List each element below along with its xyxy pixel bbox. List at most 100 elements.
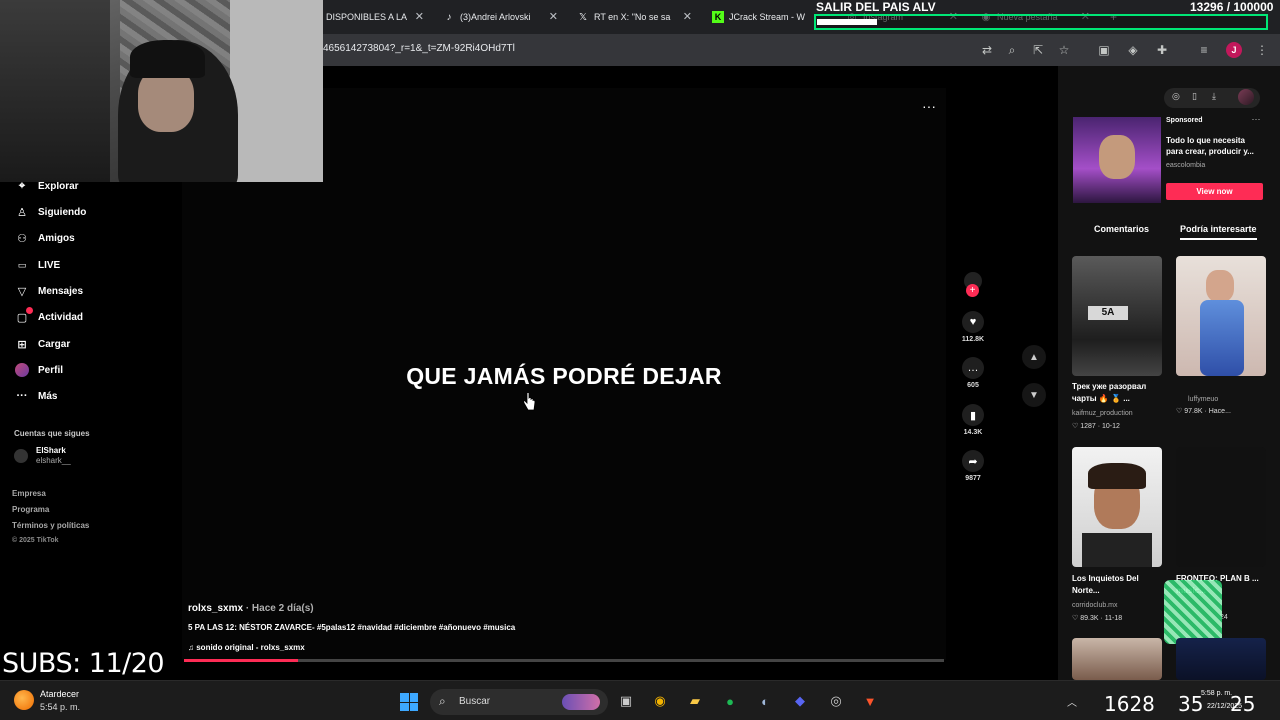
puzzle-icon[interactable]: ✚	[1154, 42, 1170, 58]
zoom-icon[interactable]: ⌕	[1004, 42, 1020, 58]
video-sound[interactable]: ♫ sonido original - rolxs_sxmx	[188, 643, 305, 652]
video-card-user[interactable]: kaifmuz_production	[1072, 410, 1133, 417]
more-options-icon[interactable]: ···	[922, 98, 936, 114]
video-card-title[interactable]: Los Inquietos Del Norte...	[1072, 573, 1158, 597]
like-count: 112.8K	[961, 336, 985, 343]
close-tab-icon[interactable]: ✕	[549, 10, 558, 23]
search-icon: ⌕	[439, 694, 446, 708]
ad-cta-button[interactable]: View now	[1166, 183, 1263, 200]
video-card-stats: ♡ 1287 · 10-12	[1072, 423, 1120, 430]
copyright: © 2025 TikTok	[12, 537, 59, 544]
video-card-thumbnail[interactable]: 5A	[1072, 256, 1162, 376]
browser-tab[interactable]: DISPONIBLES A LA ✕	[326, 6, 424, 28]
close-tab-icon[interactable]: ✕	[683, 10, 692, 23]
chevron-up-icon[interactable]: ︿	[1062, 691, 1082, 711]
previous-video-button[interactable]: ▲	[1022, 345, 1046, 369]
taskbar-search[interactable]: ⌕ Buscar	[430, 689, 608, 715]
sidebar-item-mas[interactable]: ··· Más	[14, 387, 58, 405]
screenshot-icon[interactable]: ▣	[1096, 42, 1112, 58]
browser-tab[interactable]: K JCrack Stream - W	[712, 6, 810, 28]
video-card-user[interactable]: corridoclub.mx	[1072, 602, 1118, 609]
sidebar-item-siguiendo[interactable]: ♙ Siguiendo	[14, 203, 86, 221]
ad-thumbnail[interactable]	[1073, 117, 1161, 203]
video-card-thumbnail[interactable]	[1176, 638, 1266, 680]
task-view-icon[interactable]: ▣	[616, 691, 636, 711]
following-title: Cuentas que sigues	[14, 429, 90, 438]
video-card-user[interactable]: luffymeuo	[1188, 396, 1218, 403]
account-name: ElShark	[36, 446, 66, 455]
stream-goal-fill	[817, 19, 877, 25]
footer-link[interactable]: Programa	[12, 505, 49, 514]
obs-icon[interactable]: ◎	[826, 691, 846, 711]
sidebar-item-perfil[interactable]: Perfil	[14, 361, 63, 379]
video-card-thumbnail[interactable]	[1176, 256, 1266, 376]
video-card-thumbnail[interactable]	[1176, 447, 1266, 567]
video-progress-bar[interactable]	[184, 659, 944, 662]
url-field[interactable]: 465614273804?_r=1&_t=ZM-92Ri4OHd7Tl	[323, 43, 515, 54]
download-icon[interactable]: ⤓	[1212, 91, 1216, 102]
bookmark-icon: ▮	[962, 404, 984, 426]
video-progress-fill	[184, 659, 298, 662]
author-name: rolxs_sxmx	[188, 603, 244, 614]
media-control-icon[interactable]: ≡	[1196, 42, 1212, 58]
stream-goal-title: SALIR DEL PAIS ALV	[816, 0, 936, 14]
spotify-icon[interactable]: ●	[720, 691, 740, 711]
activity-icon: ▢	[14, 307, 33, 324]
following-account[interactable]: ElShark elshark__	[14, 446, 71, 466]
clock-date[interactable]: 22/12/2025	[1207, 703, 1242, 710]
sound-name: sonido original - rolxs_sxmx	[196, 643, 305, 652]
send-icon: ▽	[17, 285, 27, 298]
compass-icon[interactable]: ◎	[1172, 91, 1180, 102]
share-icon: ➦	[962, 450, 984, 472]
video-description: 5 PA LAS 12: NÉSTOR ZAVARCE- #5palas12 #…	[188, 623, 516, 632]
extension-icon[interactable]: ◈	[1125, 42, 1141, 58]
video-author[interactable]: rolxs_sxmx · Hace 2 día(s)	[188, 603, 314, 614]
browser-tab[interactable]: 𝕏 RT en X: "No se sa ✕	[577, 6, 692, 28]
clock-time[interactable]: 5:58 p. m.	[1201, 690, 1232, 697]
bookmark-star-icon[interactable]: ☆	[1056, 42, 1072, 58]
sidebar-item-actividad[interactable]: ▢ Actividad	[14, 307, 83, 326]
x-icon: 𝕏	[578, 11, 588, 23]
discord-icon[interactable]: ◆	[790, 691, 810, 711]
sponsored-label: Sponsored	[1166, 117, 1203, 124]
profile-avatar[interactable]: J	[1226, 42, 1242, 58]
weather-icon[interactable]	[14, 690, 34, 710]
tab-comentarios[interactable]: Comentarios	[1094, 224, 1149, 234]
install-app-icon[interactable]: ⇱	[1030, 42, 1046, 58]
account-handle: elshark__	[36, 456, 71, 465]
windows-start-icon[interactable]	[400, 693, 418, 711]
video-card-thumbnail[interactable]	[1072, 638, 1162, 680]
next-video-button[interactable]: ▼	[1022, 383, 1046, 407]
sidebar-item-live[interactable]: ▭ LIVE	[14, 256, 61, 274]
like-button[interactable]: ♥ 112.8K	[960, 311, 986, 343]
sidebar-item-cargar[interactable]: ⊞ Cargar	[14, 335, 70, 353]
tab-label: (3)Andrei Arlovski	[460, 12, 531, 22]
translate-icon[interactable]: ⇄	[979, 42, 995, 58]
more-icon[interactable]: ···	[1250, 114, 1262, 124]
close-tab-icon[interactable]: ✕	[415, 10, 424, 23]
footer-link[interactable]: Términos y políticas	[12, 521, 89, 530]
steam-icon[interactable]: ◐	[755, 691, 775, 711]
browser-tab[interactable]: ♪ (3)Andrei Arlovski ✕	[443, 6, 559, 28]
video-card-thumbnail[interactable]	[1072, 447, 1162, 567]
sidebar-item-mensajes[interactable]: ▽ Mensajes	[14, 282, 83, 300]
tab-podria-interesarte[interactable]: Podría interesarte	[1180, 224, 1257, 240]
upload-icon: ⊞	[17, 338, 27, 351]
video-card-title[interactable]: Трек уже разорвал чарты 🔥 🏅 ...	[1072, 381, 1158, 405]
follow-button[interactable]: +	[966, 284, 979, 297]
video-lyric-text: QUE JAMÁS PODRÉ DEJAR	[406, 363, 722, 389]
save-count: 14.3K	[963, 429, 983, 436]
comment-button[interactable]: … 605	[960, 357, 986, 389]
menu-icon[interactable]: ⋮	[1254, 42, 1270, 58]
sidebar-item-amigos[interactable]: ⚇ Amigos	[14, 229, 75, 247]
footer-link[interactable]: Empresa	[12, 489, 46, 498]
share-button[interactable]: ➦ 9877	[960, 450, 986, 482]
brave-icon[interactable]: ▼	[860, 691, 880, 711]
phone-icon[interactable]: ▯	[1192, 91, 1197, 102]
file-explorer-icon[interactable]: ▰	[685, 691, 705, 711]
tray-overlay-value: 35	[1178, 692, 1204, 716]
chrome-icon[interactable]: ◉	[650, 691, 670, 711]
avatar[interactable]	[1238, 89, 1254, 105]
save-button[interactable]: ▮ 14.3K	[960, 404, 986, 436]
weather-label[interactable]: Atardecer	[40, 689, 79, 699]
